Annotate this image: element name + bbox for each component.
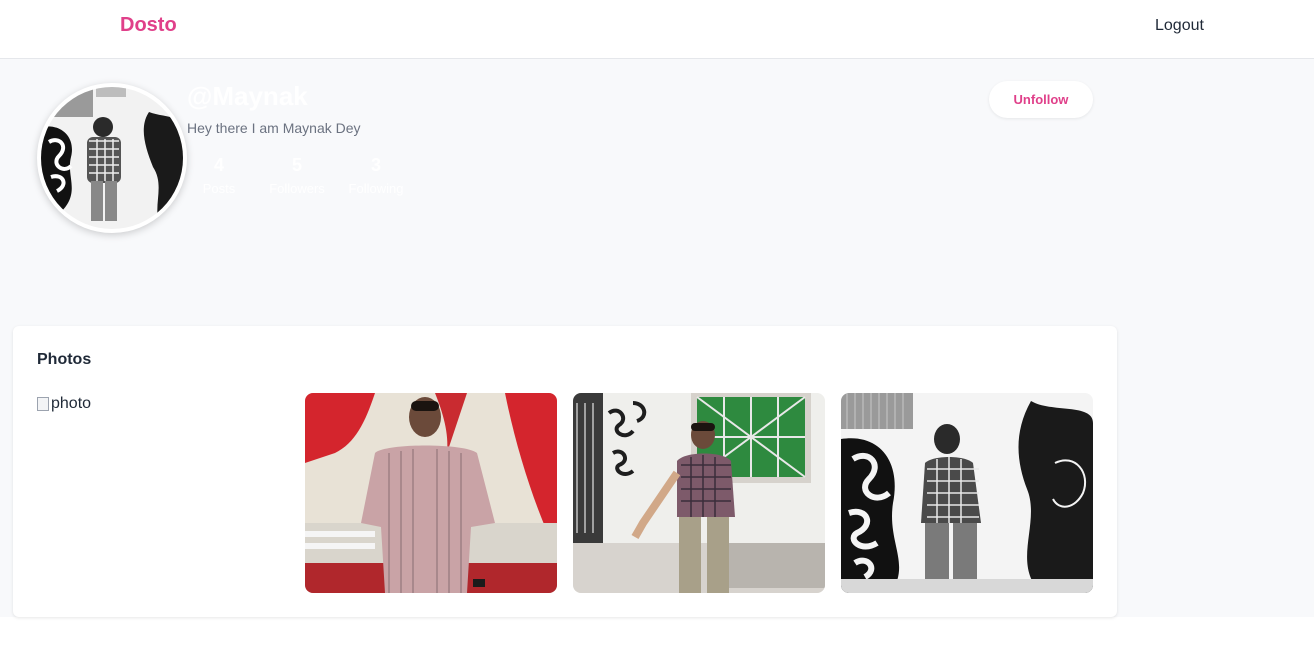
photo-image <box>573 393 825 593</box>
stat-posts-label: Posts <box>202 181 236 196</box>
photos-title: Photos <box>37 351 92 368</box>
brand-logo[interactable]: Dosto <box>120 14 177 37</box>
broken-image-icon <box>37 397 49 411</box>
stat-following[interactable]: 3 Following <box>336 155 416 196</box>
stat-following-value: 3 <box>370 155 381 175</box>
profile-header: @Maynak Hey there I am Maynak Dey 4 Post… <box>0 59 1314 309</box>
photo-image <box>841 393 1093 593</box>
stat-posts: 4 Posts <box>179 155 259 196</box>
stat-followers[interactable]: 5 Followers <box>257 155 337 196</box>
broken-photo-alt: photo <box>51 395 92 412</box>
unfollow-button[interactable]: Unfollow <box>989 81 1093 118</box>
stat-followers-label: Followers <box>269 181 325 196</box>
navbar: Dosto Logout <box>0 0 1314 59</box>
stat-posts-value: 4 <box>213 155 224 175</box>
photo-item[interactable] <box>841 393 1093 593</box>
avatar-image <box>41 87 183 229</box>
photo-item[interactable] <box>573 393 825 593</box>
photo-image <box>305 393 557 593</box>
avatar <box>37 83 187 233</box>
photos-card: Photos photo <box>13 326 1117 617</box>
photo-item[interactable] <box>305 393 557 593</box>
stat-following-label: Following <box>348 181 404 196</box>
logout-link[interactable]: Logout <box>1155 17 1204 35</box>
stat-followers-value: 5 <box>291 155 302 175</box>
profile-bio: Hey there I am Maynak Dey <box>187 120 361 136</box>
profile-username: @Maynak <box>187 81 308 111</box>
broken-photo[interactable]: photo <box>37 395 91 413</box>
